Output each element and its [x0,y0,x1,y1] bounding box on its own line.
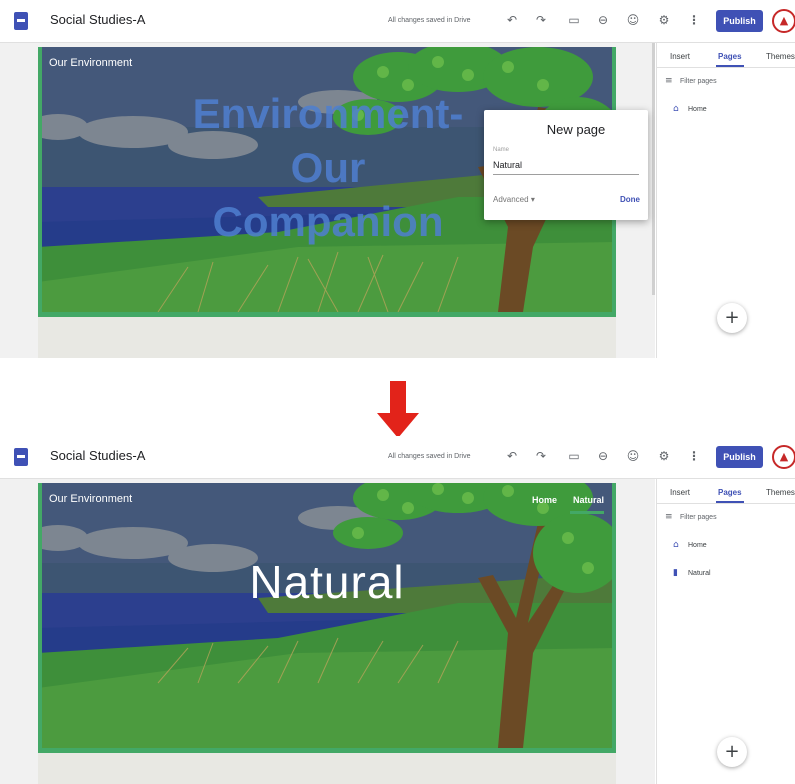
side-panel: Insert Pages Themes ≡ Filter pages ⌂ Home … [656,479,795,784]
filter-placeholder: Filter pages [680,78,717,85]
dialog-title: New page [546,122,606,137]
editor-canvas: Our Environment Home Natural Natural [0,479,655,784]
page-icon: ▮ [673,568,678,578]
filter-icon: ≡ [665,512,673,522]
gear-icon[interactable]: ⚙ [655,447,673,465]
filter-placeholder: Filter pages [680,514,717,521]
banner-landscape-image [38,483,616,748]
divider [657,67,795,68]
before-screenshot: Social Studies-A All changes saved in Dr… [0,0,795,358]
add-person-icon[interactable]: ☺ [624,447,642,465]
more-vert-icon[interactable]: ⋮ [685,447,703,465]
device-preview-icon[interactable]: ▭ [565,447,583,465]
scrollbar[interactable] [652,43,655,295]
page-item-label: Natural [688,570,711,577]
page-title[interactable]: Natural [38,555,616,609]
page-item-home[interactable]: ⌂ Home [673,104,707,114]
down-arrow-icon [377,381,419,438]
top-app-bar: Social Studies-A All changes saved in Dr… [0,436,795,479]
page-name-field[interactable]: Natural [493,160,639,175]
publish-button[interactable]: Publish [716,446,763,468]
side-panel: Insert Pages Themes ≡ Filter pages ⌂ Home … [656,43,795,358]
new-page-dialog: New page Name Natural Advanced ▾ Done [484,110,648,220]
chevron-down-icon: ▾ [530,195,535,204]
top-app-bar: Social Studies-A All changes saved in Dr… [0,0,795,43]
add-page-button[interactable]: + [717,303,747,333]
tab-themes[interactable]: Themes [766,52,795,61]
divider [657,503,795,504]
document-title[interactable]: Social Studies-A [50,12,145,27]
site-name[interactable]: Our Environment [49,57,132,69]
more-vert-icon[interactable]: ⋮ [685,11,703,29]
redo-icon[interactable]: ↷ [532,447,550,465]
advanced-label: Advanced [493,195,529,204]
advanced-toggle[interactable]: Advanced ▾ [493,195,535,204]
page-body[interactable] [38,748,616,784]
save-status: All changes saved in Drive [388,453,471,460]
sites-doc-icon[interactable] [14,448,28,466]
home-icon: ⌂ [673,540,679,550]
filter-pages-input[interactable]: ≡ Filter pages [665,512,717,522]
link-icon[interactable]: ⊖ [594,447,612,465]
page-item-home[interactable]: ⌂ Home [673,540,707,550]
tab-pages[interactable]: Pages [718,488,742,497]
avatar[interactable]: ▲ [772,445,795,469]
filter-pages-input[interactable]: ≡ Filter pages [665,76,717,86]
name-label: Name [493,147,510,153]
banner-divider [38,312,616,317]
banner-divider [38,748,616,753]
tab-insert[interactable]: Insert [670,488,690,497]
nav-link-natural[interactable]: Natural [573,495,604,505]
filter-icon: ≡ [665,76,673,86]
active-nav-indicator [570,511,604,514]
save-status: All changes saved in Drive [388,17,471,24]
tab-themes[interactable]: Themes [766,488,795,497]
tab-pages[interactable]: Pages [718,52,742,61]
gear-icon[interactable]: ⚙ [655,11,673,29]
after-screenshot: Social Studies-A All changes saved in Dr… [0,436,795,784]
page-item-label: Home [688,106,707,113]
nav-link-home[interactable]: Home [532,495,557,505]
tab-insert[interactable]: Insert [670,52,690,61]
add-person-icon[interactable]: ☺ [624,11,642,29]
link-icon[interactable]: ⊖ [594,11,612,29]
done-button[interactable]: Done [620,195,640,204]
sites-doc-icon[interactable] [14,12,28,30]
avatar[interactable]: ▲ [772,9,795,33]
page-body[interactable] [38,312,616,358]
redo-icon[interactable]: ↷ [532,11,550,29]
document-title[interactable]: Social Studies-A [50,448,145,463]
undo-icon[interactable]: ↶ [503,11,521,29]
page-item-label: Home [688,542,707,549]
header-banner[interactable]: Our Environment Home Natural Natural [38,483,616,748]
publish-button[interactable]: Publish [716,10,763,32]
undo-icon[interactable]: ↶ [503,447,521,465]
page-item-natural[interactable]: ▮ Natural [673,568,711,578]
site-name[interactable]: Our Environment [49,493,132,505]
device-preview-icon[interactable]: ▭ [565,11,583,29]
home-icon: ⌂ [673,104,679,114]
add-page-button[interactable]: + [717,737,747,767]
